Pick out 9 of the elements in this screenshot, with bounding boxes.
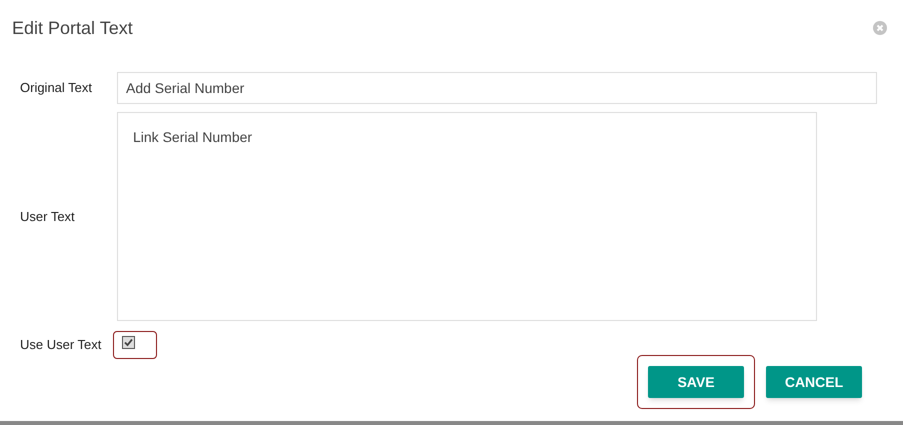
text-area[interactable]: Link Serial Number: [117, 112, 817, 321]
field-label: User Text: [20, 208, 76, 226]
dialog-title: Edit Portal Text: [12, 16, 133, 40]
field-label: Original Text: [20, 79, 94, 98]
checkbox[interactable]: [122, 336, 135, 349]
dialog-button[interactable]: SAVE: [648, 366, 744, 398]
checkbox-label: Use User Text: [20, 336, 102, 354]
dialog-button[interactable]: CANCEL: [766, 366, 862, 398]
text-field[interactable]: Add Serial Number: [117, 72, 877, 104]
